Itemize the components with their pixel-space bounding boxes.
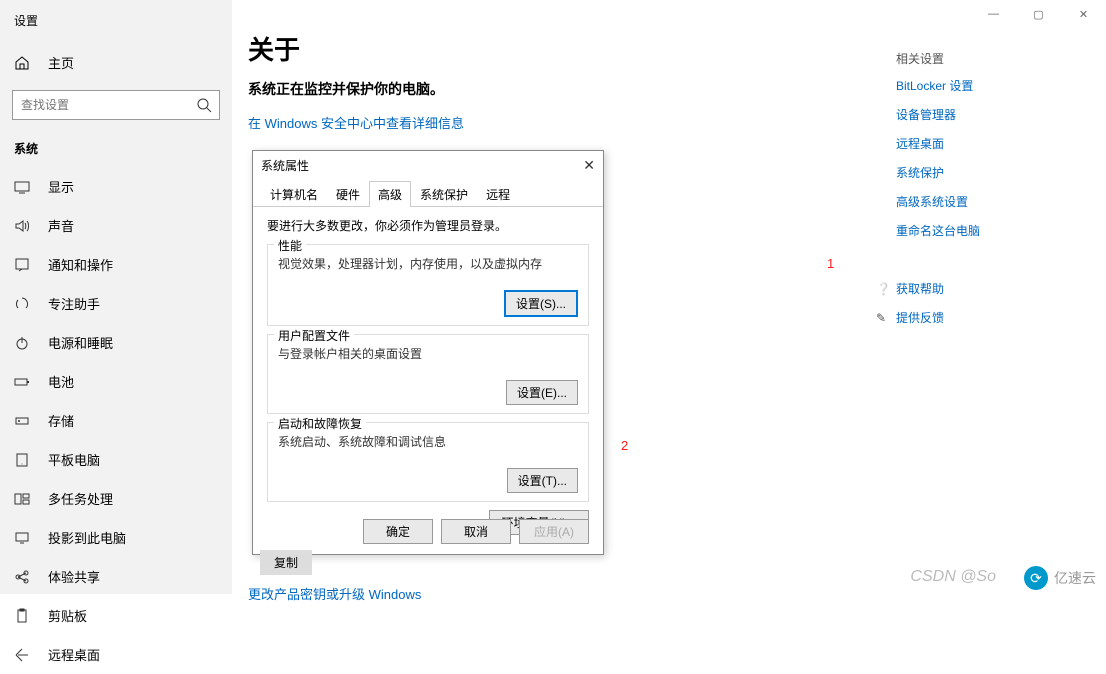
tab-remote[interactable]: 远程 (477, 181, 519, 207)
storage-icon (14, 413, 30, 429)
battery-icon (14, 374, 30, 390)
performance-desc: 视觉效果，处理器计划，内存使用，以及虚拟内存 (278, 255, 578, 272)
brand-watermark: ⟳ 亿速云 (1024, 566, 1096, 590)
home-label: 主页 (48, 53, 74, 72)
tab-system-protect[interactable]: 系统保护 (411, 181, 477, 207)
nav-sound[interactable]: 声音 (0, 206, 232, 245)
nav-shared[interactable]: 体验共享 (0, 557, 232, 596)
startup-desc: 系统启动、系统故障和调试信息 (278, 433, 578, 450)
home-icon (14, 55, 30, 71)
startup-settings-button[interactable]: 设置(T)... (507, 468, 578, 493)
nav-storage[interactable]: 存储 (0, 401, 232, 440)
nav-notifications[interactable]: 通知和操作 (0, 245, 232, 284)
startup-title: 启动和故障恢复 (274, 415, 366, 432)
tab-hardware[interactable]: 硬件 (327, 181, 369, 207)
user-profile-group: 用户配置文件 与登录帐户相关的桌面设置 设置(E)... (267, 334, 589, 414)
system-properties-dialog: 系统属性 ✕ 计算机名 硬件 高级 系统保护 远程 要进行大多数更改，你必须作为… (252, 150, 604, 555)
close-button[interactable]: ✕ (1061, 0, 1106, 28)
tab-advanced[interactable]: 高级 (369, 181, 411, 207)
nav-remote[interactable]: 远程桌面 (0, 635, 232, 674)
admin-notice: 要进行大多数更改，你必须作为管理员登录。 (267, 217, 589, 234)
nav-multitask[interactable]: 多任务处理 (0, 479, 232, 518)
tablet-icon (14, 452, 30, 468)
nav-battery[interactable]: 电池 (0, 362, 232, 401)
performance-group: 性能 视觉效果，处理器计划，内存使用，以及虚拟内存 设置(S)... (267, 244, 589, 326)
annotation-1-label: 1 (827, 256, 834, 271)
category-label: 系统 (0, 134, 232, 167)
search-icon (196, 97, 212, 118)
ok-button[interactable]: 确定 (363, 519, 433, 544)
link-remote-desktop[interactable]: 远程桌面 (896, 135, 1016, 152)
project-icon (14, 530, 30, 546)
nav-tablet[interactable]: 平板电脑 (0, 440, 232, 479)
annotation-2-label: 2 (621, 438, 628, 453)
minimize-button[interactable]: — (971, 0, 1016, 28)
search-input[interactable] (12, 90, 220, 120)
link-advanced-system[interactable]: 高级系统设置 (896, 193, 1016, 210)
user-profile-desc: 与登录帐户相关的桌面设置 (278, 345, 578, 362)
copy-button[interactable]: 复制 (260, 550, 312, 575)
display-icon (14, 179, 30, 195)
focus-icon (14, 296, 30, 312)
power-icon (14, 335, 30, 351)
search-box (12, 90, 220, 120)
shared-icon (14, 569, 30, 585)
help-links: ❔获取帮助 ✎提供反馈 (876, 280, 1016, 338)
clipboard-icon (14, 608, 30, 624)
related-settings: 相关设置 BitLocker 设置 设备管理器 远程桌面 系统保护 高级系统设置… (896, 50, 1016, 251)
apply-button[interactable]: 应用(A) (519, 519, 589, 544)
dialog-tabs: 计算机名 硬件 高级 系统保护 远程 (253, 180, 603, 207)
nav-focus[interactable]: 专注助手 (0, 284, 232, 323)
notifications-icon (14, 257, 30, 273)
tab-computer-name[interactable]: 计算机名 (261, 181, 327, 207)
user-profile-title: 用户配置文件 (274, 327, 354, 344)
help-icon: ❔ (876, 282, 896, 296)
feedback-link[interactable]: ✎提供反馈 (876, 309, 1016, 326)
startup-group: 启动和故障恢复 系统启动、系统故障和调试信息 设置(T)... (267, 422, 589, 502)
brand-logo-icon: ⟳ (1024, 566, 1048, 590)
nav-clipboard[interactable]: 剪贴板 (0, 596, 232, 635)
related-heading: 相关设置 (896, 50, 1016, 67)
nav-project[interactable]: 投影到此电脑 (0, 518, 232, 557)
feedback-icon: ✎ (876, 311, 896, 325)
dialog-title: 系统属性 (261, 157, 309, 174)
home-button[interactable]: 主页 (0, 43, 232, 82)
link-system-protection[interactable]: 系统保护 (896, 164, 1016, 181)
link-rename-pc[interactable]: 重命名这台电脑 (896, 222, 1016, 239)
remote-icon (14, 647, 30, 663)
csdn-watermark: CSDN @So (910, 568, 996, 586)
link-bitlocker[interactable]: BitLocker 设置 (896, 77, 1016, 94)
sound-icon (14, 218, 30, 234)
link-device-manager[interactable]: 设备管理器 (896, 106, 1016, 123)
multitask-icon (14, 491, 30, 507)
performance-settings-button[interactable]: 设置(S)... (504, 290, 578, 317)
cancel-button[interactable]: 取消 (441, 519, 511, 544)
app-title: 设置 (0, 8, 232, 43)
sidebar: 设置 主页 系统 显示 声音 通知和操作 专注助手 电源和睡眠 电池 存储 平板… (0, 0, 232, 594)
performance-title: 性能 (274, 237, 306, 254)
maximize-button[interactable]: ▢ (1016, 0, 1061, 28)
get-help-link[interactable]: ❔获取帮助 (876, 280, 1016, 297)
nav-display[interactable]: 显示 (0, 167, 232, 206)
nav-power[interactable]: 电源和睡眠 (0, 323, 232, 362)
user-profile-settings-button[interactable]: 设置(E)... (506, 380, 578, 405)
dialog-close-button[interactable]: ✕ (583, 157, 595, 174)
